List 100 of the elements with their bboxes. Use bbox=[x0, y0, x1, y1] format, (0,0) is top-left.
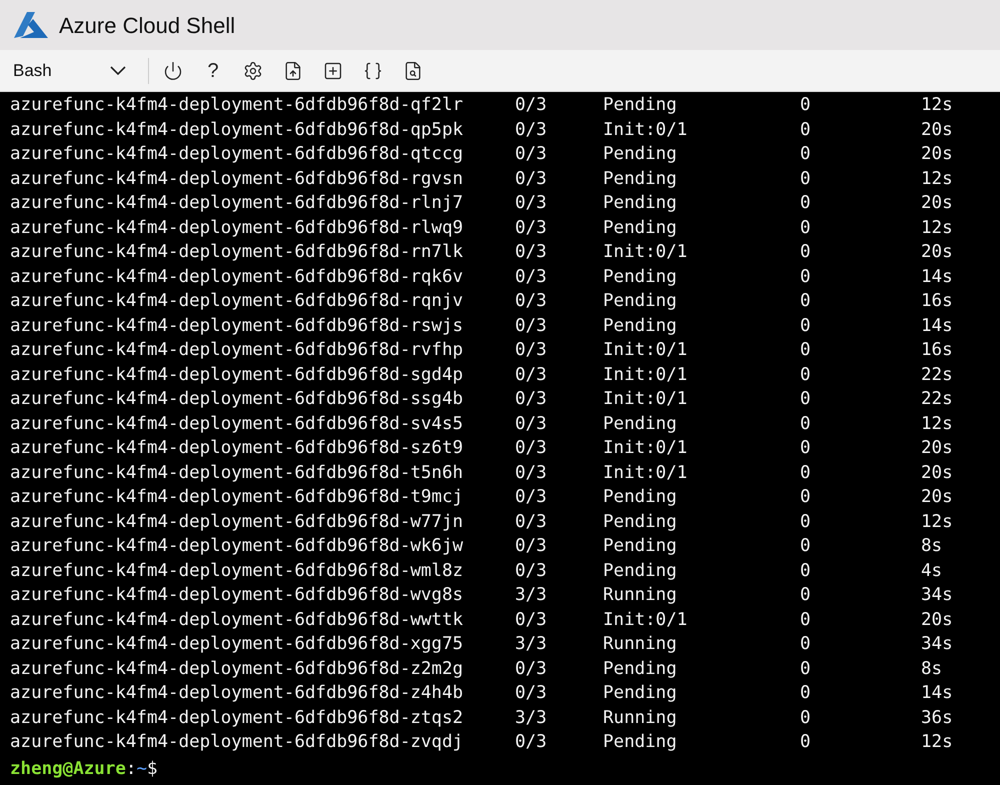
pod-name: azurefunc-k4fm4-deployment-6dfdb96f8d-ztqs2 bbox=[10, 706, 464, 730]
pod-name: azurefunc-k4fm4-deployment-6dfdb96f8d-wml8z bbox=[10, 560, 464, 582]
ready-count: 0/3 bbox=[515, 339, 548, 362]
restart-count: 0 bbox=[800, 706, 812, 730]
pod-age: 20s bbox=[921, 118, 953, 142]
pod-name: azurefunc-k4fm4-deployment-6dfdb96f8d-rgvsn bbox=[10, 168, 464, 190]
pod-age: 12s bbox=[921, 216, 953, 240]
logo-icon bbox=[13, 10, 49, 40]
restart-count: 0 bbox=[800, 192, 812, 215]
pod-age: 34s bbox=[921, 584, 953, 607]
ready-count: 0/3 bbox=[515, 412, 548, 436]
pod-age: 36s bbox=[921, 706, 953, 730]
pod-status: Init:0/1 bbox=[603, 608, 688, 632]
pod-age: 14s bbox=[921, 682, 953, 705]
ready-count: 0/3 bbox=[515, 731, 548, 754]
pod-name: azurefunc-k4fm4-deployment-6dfdb96f8d-qf2lr bbox=[10, 94, 464, 117]
ready-count: 0/3 bbox=[515, 510, 548, 534]
pod-status: Init:0/1 bbox=[603, 437, 688, 460]
restart-count: 0 bbox=[800, 584, 812, 607]
pod-name: azurefunc-k4fm4-deployment-6dfdb96f8d-sz6t9 bbox=[10, 437, 464, 460]
restart-count: 0 bbox=[800, 143, 812, 166]
restart-count: 0 bbox=[800, 339, 812, 362]
pod-age: 8s bbox=[921, 535, 942, 558]
braces-icon bbox=[363, 60, 383, 80]
pod-status: Pending bbox=[603, 731, 678, 754]
pod-status: Pending bbox=[603, 94, 678, 117]
pod-name: azurefunc-k4fm4-deployment-6dfdb96f8d-rlwq9 bbox=[10, 216, 464, 240]
pod-status: Pending bbox=[603, 192, 678, 215]
pod-name: azurefunc-k4fm4-deployment-6dfdb96f8d-t5n6h bbox=[10, 462, 464, 484]
restart-count: 0 bbox=[800, 314, 812, 338]
ready-count: 3/3 bbox=[515, 633, 548, 656]
shell-dropdown[interactable]: Bash bbox=[0, 58, 140, 84]
restart-count: 0 bbox=[800, 633, 812, 656]
pod-age: 20s bbox=[921, 143, 953, 166]
ready-count: 0/3 bbox=[515, 364, 548, 386]
pod-name: azurefunc-k4fm4-deployment-6dfdb96f8d-zvqdj bbox=[10, 731, 464, 754]
pod-status: Pending bbox=[603, 658, 678, 680]
pod-age: 16s bbox=[921, 339, 953, 362]
restart-count: 0 bbox=[800, 682, 812, 705]
pod-name: azurefunc-k4fm4-deployment-6dfdb96f8d-xgg75 bbox=[10, 633, 464, 656]
restart-count: 0 bbox=[800, 241, 812, 264]
pod-status: Running bbox=[603, 584, 678, 607]
ready-count: 0/3 bbox=[515, 266, 548, 288]
ready-count: 0/3 bbox=[515, 462, 548, 484]
pod-name: azurefunc-k4fm4-deployment-6dfdb96f8d-ssg4b bbox=[10, 388, 464, 411]
restart-count: 0 bbox=[800, 731, 812, 754]
pod-status: Pending bbox=[603, 314, 678, 338]
shell-prompt: zheng@Azure:~$ bbox=[10, 758, 158, 780]
pod-name: azurefunc-k4fm4-deployment-6dfdb96f8d-wk6jw bbox=[10, 535, 464, 558]
ready-count: 3/3 bbox=[515, 584, 548, 607]
pod-age: 12s bbox=[921, 168, 953, 190]
pod-age: 12s bbox=[921, 412, 953, 436]
restart-count: 0 bbox=[800, 462, 812, 484]
restart-count: 0 bbox=[800, 388, 812, 411]
restart-count: 0 bbox=[800, 486, 812, 509]
pod-status: Running bbox=[603, 706, 678, 730]
pod-status: Pending bbox=[603, 510, 678, 534]
pod-status: Pending bbox=[603, 216, 678, 240]
ready-count: 3/3 bbox=[515, 706, 548, 730]
restart-count: 0 bbox=[800, 560, 812, 582]
pod-age: 22s bbox=[921, 364, 953, 386]
pod-status: Pending bbox=[603, 486, 678, 509]
pod-status: Init:0/1 bbox=[603, 339, 688, 362]
restart-count: 0 bbox=[800, 364, 812, 386]
pod-name: azurefunc-k4fm4-deployment-6dfdb96f8d-rswjs bbox=[10, 314, 464, 338]
restart-count: 0 bbox=[800, 290, 812, 313]
pod-name: azurefunc-k4fm4-deployment-6dfdb96f8d-t9mcj bbox=[10, 486, 464, 509]
ready-count: 0/3 bbox=[515, 437, 548, 460]
ready-count: 0/3 bbox=[515, 388, 548, 411]
restart-count: 0 bbox=[800, 118, 812, 142]
pod-age: 20s bbox=[921, 486, 953, 509]
pod-age: 4s bbox=[921, 560, 942, 582]
pod-status: Pending bbox=[603, 560, 678, 582]
restart-count: 0 bbox=[800, 658, 812, 680]
chevron-down-icon bbox=[110, 66, 126, 75]
ready-count: 0/3 bbox=[515, 143, 548, 166]
ready-count: 0/3 bbox=[515, 486, 548, 509]
new-session-icon bbox=[323, 60, 343, 80]
pod-status: Init:0/1 bbox=[603, 364, 688, 386]
restart-count: 0 bbox=[800, 412, 812, 436]
restart-count: 0 bbox=[800, 510, 812, 534]
restart-count: 0 bbox=[800, 608, 812, 632]
pod-age: 14s bbox=[921, 314, 953, 338]
pod-status: Pending bbox=[603, 412, 678, 436]
pod-name: azurefunc-k4fm4-deployment-6dfdb96f8d-z4h4b bbox=[10, 682, 464, 705]
pod-age: 16s bbox=[921, 290, 953, 313]
ready-count: 0/3 bbox=[515, 94, 548, 117]
pod-status: Init:0/1 bbox=[603, 462, 688, 484]
pod-status: Pending bbox=[603, 168, 678, 190]
pod-name: azurefunc-k4fm4-deployment-6dfdb96f8d-rn7lk bbox=[10, 241, 464, 264]
restart-count: 0 bbox=[800, 266, 812, 288]
help-button[interactable]: ? bbox=[197, 54, 229, 86]
pod-name: azurefunc-k4fm4-deployment-6dfdb96f8d-sv4s5 bbox=[10, 412, 464, 436]
ready-count: 0/3 bbox=[515, 192, 548, 215]
power-icon bbox=[163, 60, 183, 80]
pod-name: azurefunc-k4fm4-deployment-6dfdb96f8d-w77jn bbox=[10, 510, 464, 534]
pod-age: 12s bbox=[921, 94, 953, 117]
ready-count: 0/3 bbox=[515, 682, 548, 705]
pod-name: azurefunc-k4fm4-deployment-6dfdb96f8d-qtccg bbox=[10, 143, 464, 166]
ready-count: 0/3 bbox=[515, 314, 548, 338]
